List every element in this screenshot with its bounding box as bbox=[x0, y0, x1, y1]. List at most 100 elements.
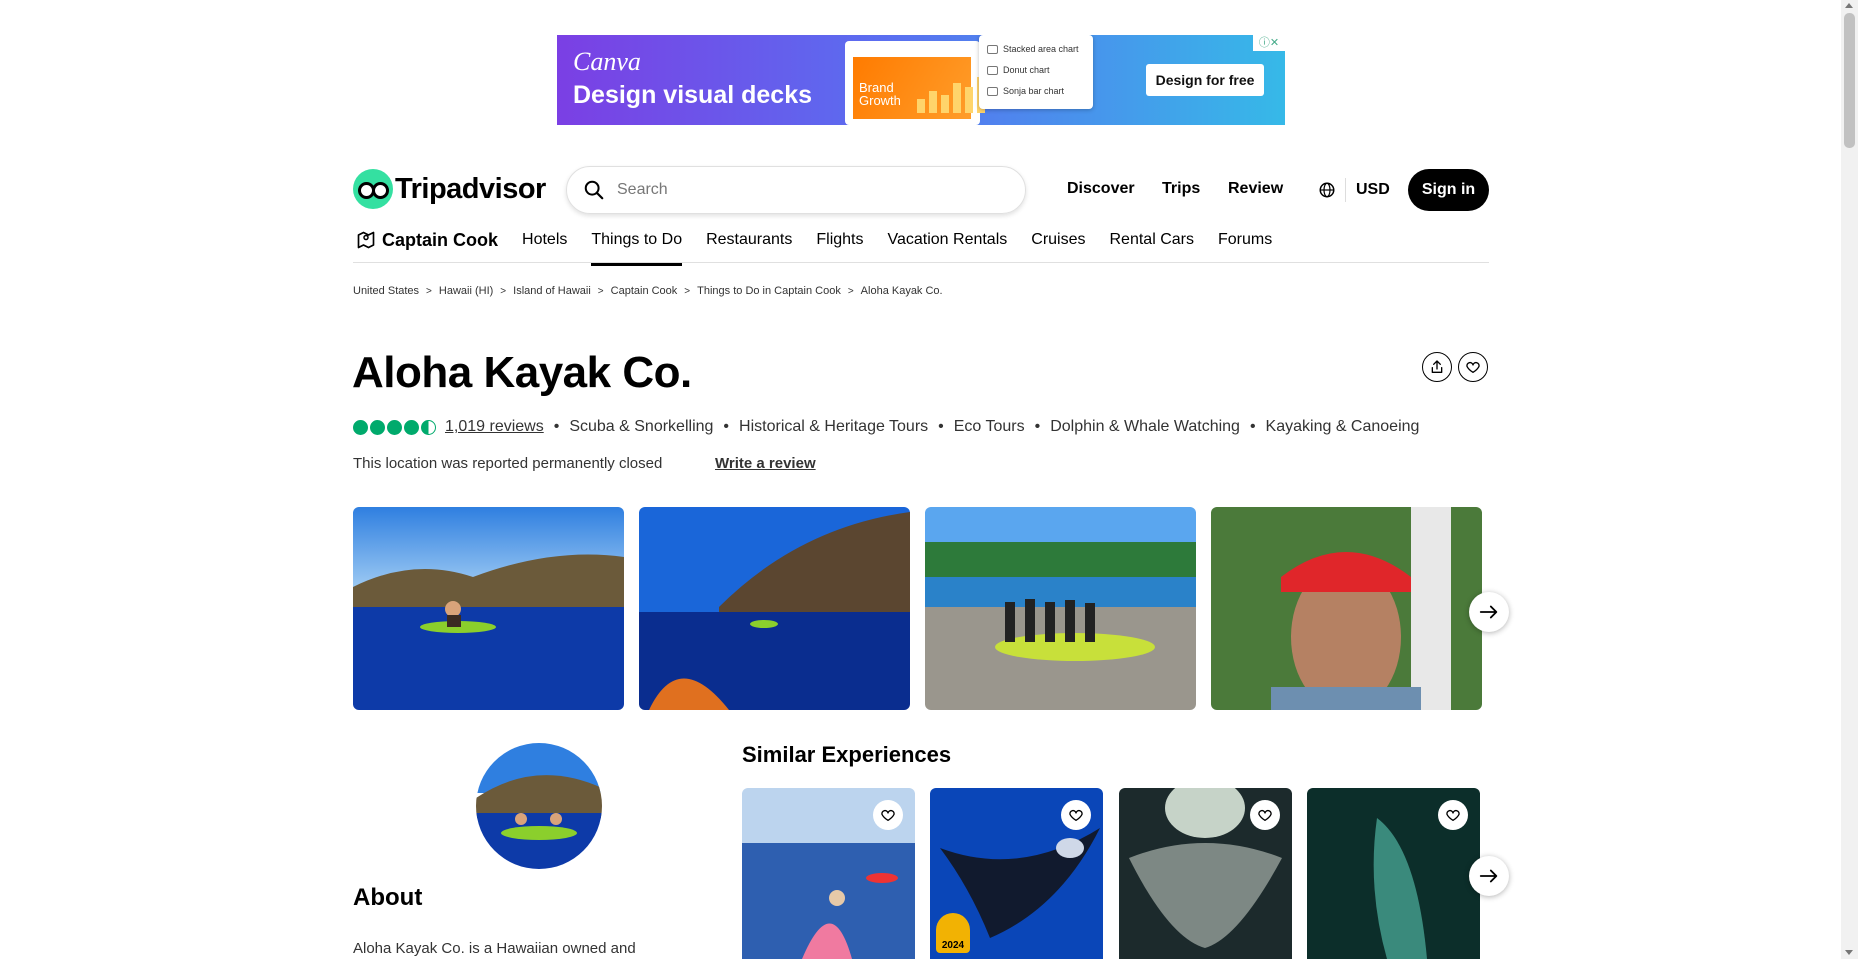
heart-icon bbox=[1069, 809, 1083, 821]
search-bar[interactable] bbox=[566, 166, 1026, 214]
heart-icon bbox=[881, 809, 895, 821]
heart-icon bbox=[1466, 361, 1480, 373]
arrow-right-icon bbox=[1479, 605, 1498, 619]
tripadvisor-logo[interactable]: Tripadvisor bbox=[353, 169, 546, 209]
rating-bubble-half bbox=[421, 419, 436, 435]
location-link[interactable]: Captain Cook bbox=[356, 228, 498, 260]
search-input[interactable] bbox=[615, 180, 999, 200]
save-heart-button[interactable] bbox=[1250, 800, 1280, 830]
ad-chart-menu: Stacked area chart Donut chart Sonja bar… bbox=[979, 35, 1093, 109]
ad-menu-item: Stacked area chart bbox=[979, 41, 1093, 62]
gallery-photo[interactable] bbox=[1211, 507, 1482, 710]
rating-bubbles bbox=[353, 419, 436, 435]
kayak-view-photo bbox=[639, 507, 910, 710]
category-tag[interactable]: Kayaking & Canoeing bbox=[1266, 418, 1420, 436]
write-review-link[interactable]: Write a review bbox=[715, 455, 816, 472]
tab-things-to-do[interactable]: Things to Do bbox=[591, 228, 682, 266]
ad-menu-item: Donut chart bbox=[979, 62, 1093, 83]
rating-bubble bbox=[370, 419, 385, 435]
about-heading: About bbox=[353, 884, 423, 911]
tab-restaurants[interactable]: Restaurants bbox=[706, 228, 792, 260]
globe-icon[interactable] bbox=[1318, 181, 1336, 199]
ad-card-text: Brand Growth bbox=[859, 80, 901, 108]
ad-preview-image: Brand Growth bbox=[853, 57, 985, 119]
gallery-photo[interactable] bbox=[925, 507, 1196, 710]
ad-menu-item: Sonja bar chart bbox=[979, 83, 1093, 104]
similar-heading: Similar Experiences bbox=[742, 742, 952, 767]
heart-icon bbox=[1258, 809, 1272, 821]
nav-review[interactable]: Review bbox=[1228, 180, 1283, 198]
tab-vacation-rentals[interactable]: Vacation Rentals bbox=[887, 228, 1007, 260]
ad-brand: Canva bbox=[573, 47, 641, 76]
breadcrumb-current: Aloha Kayak Co. bbox=[860, 285, 943, 297]
chevron-right-icon: > bbox=[426, 285, 432, 297]
category-tag[interactable]: Scuba & Snorkelling bbox=[569, 418, 713, 436]
ad-headline: Design visual decks bbox=[573, 81, 813, 109]
category-nav: Captain Cook Hotels Things to Do Restaur… bbox=[356, 228, 1296, 266]
similar-card[interactable]: 2024 bbox=[930, 788, 1103, 959]
category-tag[interactable]: Dolphin & Whale Watching bbox=[1050, 418, 1240, 436]
scroll-up-icon[interactable] bbox=[1845, 3, 1853, 8]
save-heart-button[interactable] bbox=[873, 800, 903, 830]
ad-bars-graphic bbox=[917, 73, 985, 113]
breadcrumb-item[interactable]: Hawaii (HI) bbox=[439, 285, 493, 297]
avatar-photo bbox=[476, 743, 602, 869]
save-heart-button[interactable] bbox=[1438, 800, 1468, 830]
similar-next-button[interactable] bbox=[1469, 856, 1509, 896]
rating-bubble bbox=[404, 419, 419, 435]
chevron-right-icon: > bbox=[500, 285, 507, 297]
closed-notice: This location was reported permanently c… bbox=[353, 455, 663, 472]
similar-card[interactable] bbox=[742, 788, 915, 959]
about-text: Aloha Kayak Co. is a Hawaiian owned and bbox=[353, 940, 636, 957]
save-button[interactable] bbox=[1458, 352, 1488, 382]
owl-logo-icon bbox=[353, 169, 393, 209]
rating-row: 1,019 reviews • Scuba & Snorkelling • His… bbox=[353, 418, 1419, 436]
page-title: Aloha Kayak Co. bbox=[352, 348, 692, 397]
rating-bubble bbox=[387, 419, 402, 435]
travelers-choice-award-badge: 2024 bbox=[936, 913, 970, 953]
currency-selector[interactable]: USD bbox=[1356, 181, 1390, 199]
tab-cruises[interactable]: Cruises bbox=[1031, 228, 1085, 260]
rating-bubble bbox=[353, 419, 368, 435]
tab-rental-cars[interactable]: Rental Cars bbox=[1110, 228, 1194, 260]
chevron-right-icon: > bbox=[847, 285, 854, 297]
breadcrumb-item[interactable]: Captain Cook bbox=[611, 285, 678, 297]
kayaker-photo bbox=[353, 507, 624, 710]
scrollbar-thumb[interactable] bbox=[1844, 13, 1855, 148]
heart-icon bbox=[1446, 809, 1460, 821]
save-heart-button[interactable] bbox=[1061, 800, 1091, 830]
logo-text: Tripadvisor bbox=[395, 172, 546, 205]
category-tag[interactable]: Historical & Heritage Tours bbox=[739, 418, 928, 436]
sign-in-button[interactable]: Sign in bbox=[1408, 169, 1489, 211]
breadcrumb-item[interactable]: Things to Do in Captain Cook bbox=[697, 285, 841, 297]
category-tag[interactable]: Eco Tours bbox=[954, 418, 1025, 436]
nav-discover[interactable]: Discover bbox=[1067, 180, 1135, 198]
tab-flights[interactable]: Flights bbox=[816, 228, 863, 260]
chevron-right-icon: > bbox=[684, 285, 691, 297]
share-icon bbox=[1431, 360, 1443, 373]
breadcrumb-item[interactable]: Island of Hawaii bbox=[513, 285, 591, 297]
share-button[interactable] bbox=[1422, 352, 1452, 382]
gallery-next-button[interactable] bbox=[1469, 592, 1509, 632]
location-name: Captain Cook bbox=[382, 230, 499, 250]
nav-divider bbox=[353, 262, 1489, 263]
tab-forums[interactable]: Forums bbox=[1218, 228, 1272, 260]
avatar bbox=[476, 743, 602, 869]
gallery-photo[interactable] bbox=[353, 507, 624, 710]
similar-card[interactable] bbox=[1307, 788, 1480, 959]
tab-hotels[interactable]: Hotels bbox=[522, 228, 567, 260]
portrait-photo bbox=[1211, 507, 1482, 710]
nav-trips[interactable]: Trips bbox=[1162, 180, 1200, 198]
arrow-right-icon bbox=[1479, 869, 1498, 883]
chevron-right-icon: > bbox=[597, 285, 604, 297]
breadcrumb-item[interactable]: United States bbox=[353, 285, 419, 297]
similar-card[interactable] bbox=[1119, 788, 1292, 959]
reviews-link[interactable]: 1,019 reviews bbox=[445, 418, 544, 436]
ad-close-icon[interactable]: ⓘ✕ bbox=[1253, 35, 1285, 51]
map-icon bbox=[357, 231, 375, 249]
gallery-photo[interactable] bbox=[639, 507, 910, 710]
scroll-down-icon[interactable] bbox=[1845, 950, 1853, 955]
ad-banner[interactable]: Canva Design visual decks Brand Growth S… bbox=[557, 35, 1285, 125]
ad-cta-button[interactable]: Design for free bbox=[1146, 64, 1264, 96]
group-photo bbox=[925, 507, 1196, 710]
